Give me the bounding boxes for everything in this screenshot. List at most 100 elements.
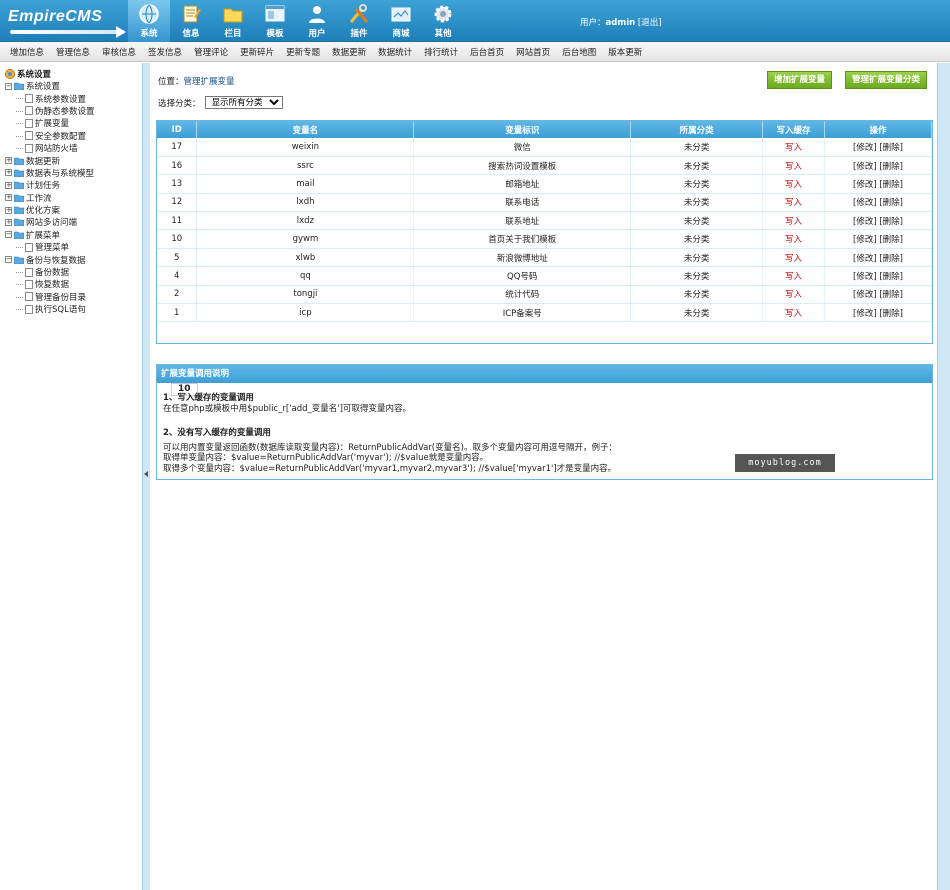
expand-icon[interactable]: + — [5, 157, 12, 165]
cell-name: ssrc — [196, 156, 415, 176]
menu-item-2[interactable]: 审核信息 — [102, 46, 136, 58]
tree-item[interactable]: 安全参数配置 — [5, 130, 142, 142]
cell-ops[interactable]: [修改] [删除] — [824, 266, 932, 286]
cell-cache[interactable]: 写入 — [762, 138, 826, 157]
cell-cat: 未分类 — [630, 138, 764, 157]
tree-item[interactable]: 恢复数据 — [5, 278, 142, 290]
column-header: ID — [157, 121, 198, 138]
module-tab-6[interactable]: 商城 — [380, 0, 422, 42]
breadcrumb-link[interactable]: 管理扩展变量 — [184, 77, 235, 87]
cell-cache[interactable]: 写入 — [762, 229, 826, 249]
cell-cache[interactable]: 写入 — [762, 266, 826, 286]
menu-item-6[interactable]: 更新专题 — [286, 46, 320, 58]
menu-item-13[interactable]: 版本更新 — [608, 46, 642, 58]
tree-folder[interactable]: + 优化方案 — [5, 204, 142, 216]
cell-cache[interactable]: 写入 — [762, 303, 826, 323]
cell-ops[interactable]: [修改] [删除] — [824, 156, 932, 176]
cell-cache[interactable]: 写入 — [762, 156, 826, 176]
menu-item-11[interactable]: 网站首页 — [516, 46, 550, 58]
menu-item-3[interactable]: 签发信息 — [148, 46, 182, 58]
menu-item-0[interactable]: 增加信息 — [10, 46, 44, 58]
explanation-title: 扩展变量调用说明 — [157, 365, 932, 383]
expand-icon[interactable]: + — [5, 218, 12, 226]
module-tab-1[interactable]: 信息 — [170, 0, 212, 42]
tree-item[interactable]: 系统参数设置 — [5, 92, 142, 105]
cell-id: 5 — [157, 248, 198, 268]
cell-ops[interactable]: [修改] [删除] — [824, 229, 932, 249]
cell-cache[interactable]: 写入 — [762, 211, 826, 231]
module-tab-label: 信息 — [182, 29, 200, 39]
menu-item-8[interactable]: 数据统计 — [378, 46, 412, 58]
tree-root[interactable]: 系统设置 — [5, 68, 142, 80]
tree-folder[interactable]: − 备份与恢复数据 — [5, 253, 142, 266]
tree-item[interactable]: 网站防火墙 — [5, 142, 142, 154]
tree-folder[interactable]: + 计划任务 — [5, 179, 142, 191]
tree-folder[interactable]: + 网站多访问端 — [5, 216, 142, 228]
category-select[interactable]: 显示所有分类 — [204, 96, 283, 109]
menu-item-12[interactable]: 后台地图 — [562, 46, 596, 58]
module-nav: 系统 信息 栏目 模板 用户 插件 商城 其他 — [128, 0, 464, 42]
cell-id: 16 — [157, 156, 198, 176]
cell-ops[interactable]: [修改] [删除] — [824, 303, 932, 323]
module-tab-0[interactable]: 系统 — [128, 0, 170, 42]
folder-icon — [14, 219, 24, 227]
tree-item[interactable]: 备份数据 — [5, 266, 142, 278]
collapse-icon[interactable]: − — [5, 82, 12, 90]
add-variable-button[interactable]: 增加扩展变量 — [767, 71, 833, 89]
tree-item[interactable]: 管理备份目录 — [5, 291, 142, 303]
cell-label: 新浪微博地址 — [413, 248, 632, 268]
expand-icon[interactable]: + — [5, 169, 12, 177]
cell-ops[interactable]: [修改] [删除] — [824, 285, 932, 305]
cell-ops[interactable]: [修改] [删除] — [824, 138, 932, 157]
collapse-arrow-icon[interactable] — [144, 471, 148, 477]
tree-item[interactable]: 执行SQL语句 — [5, 303, 142, 315]
expand-icon[interactable]: + — [5, 194, 12, 202]
tree-item[interactable]: 管理菜单 — [5, 241, 142, 253]
menu-item-7[interactable]: 数据更新 — [332, 46, 366, 58]
menu-item-9[interactable]: 排行统计 — [424, 46, 458, 58]
module-tab-4[interactable]: 用户 — [296, 0, 338, 42]
table-row: 1 icp ICP备案号 未分类 写入 [修改] [删除] — [157, 303, 932, 323]
module-tab-3[interactable]: 模板 — [254, 0, 296, 42]
cell-ops[interactable]: [修改] [删除] — [824, 174, 932, 194]
menu-item-10[interactable]: 后台首页 — [470, 46, 504, 58]
menu-item-4[interactable]: 管理评论 — [194, 46, 228, 58]
module-tab-2[interactable]: 栏目 — [212, 0, 254, 42]
collapse-icon[interactable]: − — [5, 256, 12, 264]
expand-icon[interactable]: + — [5, 181, 12, 189]
tree-folder[interactable]: + 数据更新 — [5, 154, 142, 167]
cell-cache[interactable]: 写入 — [762, 193, 826, 213]
cell-cache[interactable]: 写入 — [762, 248, 826, 268]
tree-label: 备份与恢复数据 — [26, 255, 86, 266]
shop-icon — [390, 3, 412, 25]
tree-folder[interactable]: + 数据表与系统模型 — [5, 167, 142, 179]
tree-label: 数据表与系统模型 — [26, 168, 95, 179]
tree-label: 安全参数配置 — [35, 131, 87, 142]
tree-folder[interactable]: + 工作流 — [5, 192, 142, 204]
collapse-icon[interactable]: − — [5, 231, 12, 239]
cell-cache[interactable]: 写入 — [762, 174, 826, 194]
panel-splitter[interactable] — [142, 63, 150, 890]
menu-item-5[interactable]: 更新碎片 — [240, 46, 274, 58]
tree-folder[interactable]: − 扩展菜单 — [5, 229, 142, 241]
empirecms-logo[interactable]: EmpireCMS — [4, 4, 126, 38]
cell-cat: 未分类 — [630, 303, 764, 323]
menu-item-1[interactable]: 管理信息 — [56, 46, 90, 58]
tree-item[interactable]: 扩展变量 — [5, 117, 142, 129]
module-tab-5[interactable]: 插件 — [338, 0, 380, 42]
module-tab-7[interactable]: 其他 — [422, 0, 464, 42]
manage-category-button[interactable]: 管理扩展变量分类 — [845, 71, 928, 89]
cell-ops[interactable]: [修改] [删除] — [824, 193, 932, 213]
cell-ops[interactable]: [修改] [删除] — [824, 211, 932, 231]
logout-link[interactable]: [退出] — [638, 18, 662, 28]
tree-folder[interactable]: − 系统设置 — [5, 80, 142, 92]
cell-cache[interactable]: 写入 — [762, 285, 826, 305]
filter-label: 选择分类： — [158, 98, 201, 109]
expand-icon[interactable]: + — [5, 206, 12, 214]
user-bar: 用户：admin [退出] — [580, 16, 662, 28]
tree-item[interactable]: 伪静态参数设置 — [5, 105, 142, 117]
explanation-heading-2: 2、没有写入缓存的变量调用 — [163, 428, 271, 438]
cell-ops[interactable]: [修改] [删除] — [824, 248, 932, 268]
user-icon — [306, 3, 328, 25]
tools-icon — [348, 3, 370, 25]
